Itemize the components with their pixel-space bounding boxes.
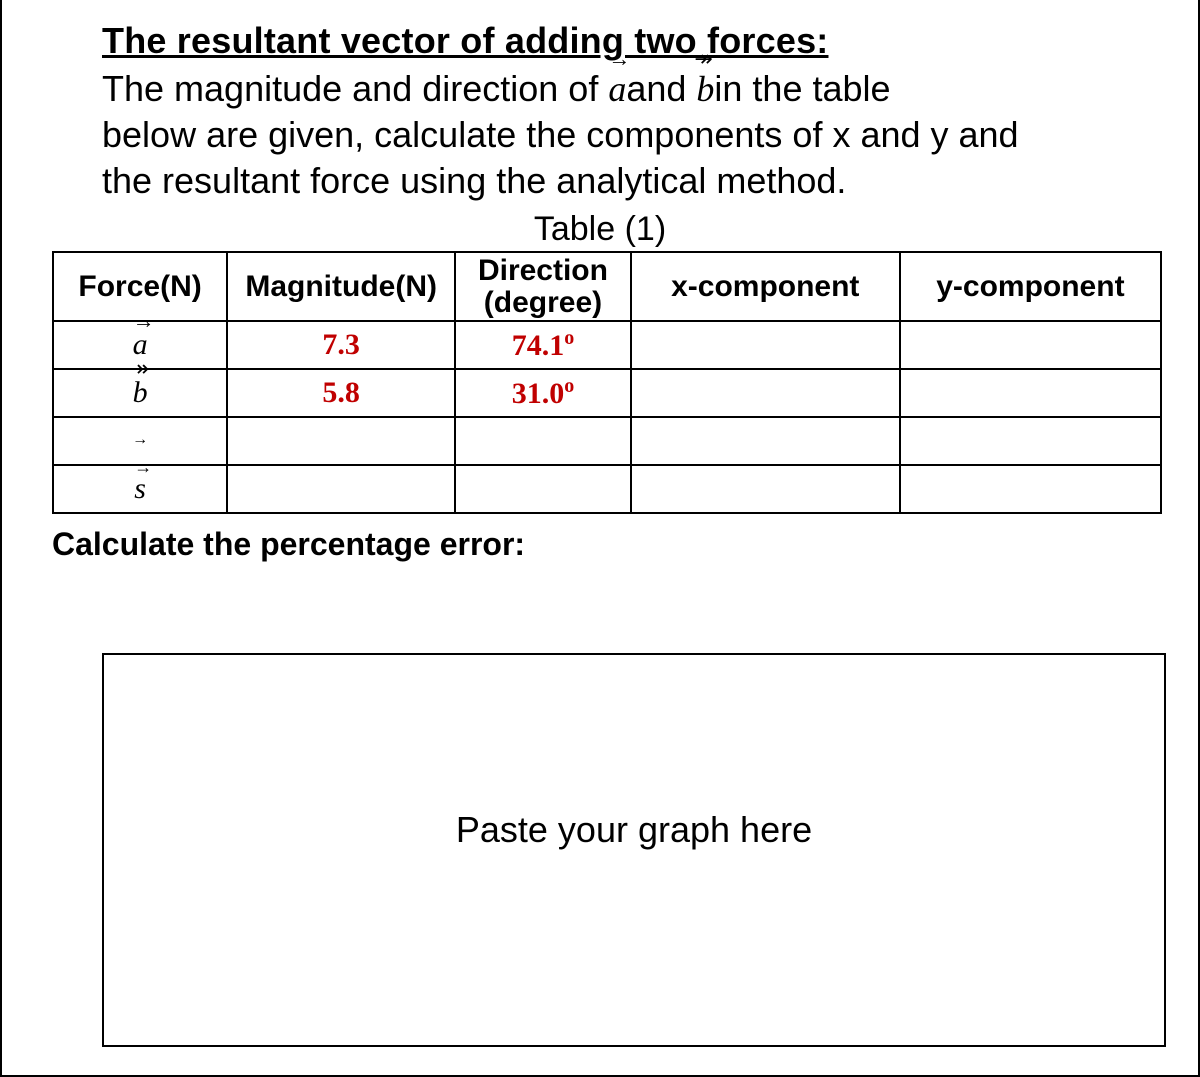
cell-direction-a: 74.1o	[455, 321, 631, 369]
cell-magnitude-blank	[227, 417, 455, 465]
body-paragraph: The magnitude and direction of a→and b↠i…	[102, 66, 1168, 204]
table-row: s→	[53, 465, 1161, 513]
arrow-icon: →	[133, 310, 155, 332]
col-xcomponent: x-component	[631, 252, 900, 321]
body-text-4: below are given, calculate the component…	[102, 114, 1019, 155]
graph-placeholder-text: Paste your graph here	[456, 809, 812, 851]
cell-magnitude-s	[227, 465, 455, 513]
answer-blank-line	[332, 593, 932, 655]
tiny-arrow-icon: →	[132, 431, 148, 448]
cell-xcomp-a	[631, 321, 900, 369]
table-row: b↠ 5.8 31.0o	[53, 369, 1161, 417]
vector-b-inline: b↠	[696, 66, 714, 112]
cell-direction-s	[455, 465, 631, 513]
cell-magnitude-a: 7.3	[227, 321, 455, 369]
table-caption: Table (1)	[32, 210, 1168, 249]
body-text-1: The magnitude and direction of	[102, 68, 608, 109]
body-text-3: in the table	[714, 68, 890, 109]
cell-ycomp-a	[900, 321, 1161, 369]
cell-ycomp-blank	[900, 417, 1161, 465]
table-row: →	[53, 417, 1161, 465]
cell-direction-blank	[455, 417, 631, 465]
cell-direction-b: 31.0o	[455, 369, 631, 417]
vector-s-symbol: s→	[134, 472, 146, 506]
degree-symbol: o	[564, 375, 574, 397]
col-ycomponent: y-component	[900, 252, 1161, 321]
table-header-row: Force(N) Magnitude(N) Direction (degree)…	[53, 252, 1161, 321]
direction-label-1: Direction	[478, 254, 608, 287]
degree-symbol: o	[564, 327, 574, 349]
body-text-2: and	[626, 68, 696, 109]
cell-ycomp-s	[900, 465, 1161, 513]
cell-xcomp-blank	[631, 417, 900, 465]
page-frame: The resultant vector of adding two force…	[0, 0, 1200, 1077]
body-text-5: the resultant force using the analytical…	[102, 160, 846, 201]
direction-num: 31.0	[512, 377, 565, 410]
section-heading: The resultant vector of adding two force…	[102, 20, 1168, 62]
force-table: Force(N) Magnitude(N) Direction (degree)…	[52, 251, 1162, 514]
cell-magnitude-b: 5.8	[227, 369, 455, 417]
graph-placeholder-box: Paste your graph here	[102, 653, 1166, 1047]
cell-xcomp-b	[631, 369, 900, 417]
arrow-icon: →	[134, 458, 152, 476]
symbol-text: b	[133, 376, 148, 409]
vector-a-inline: a→	[608, 66, 626, 112]
table-row: a→ 7.3 74.1o	[53, 321, 1161, 369]
arrow-icon: ↠	[694, 48, 712, 70]
percentage-error-label: Calculate the percentage error:	[52, 526, 1168, 563]
cell-xcomp-s	[631, 465, 900, 513]
arrow-icon: →	[608, 48, 630, 70]
arrow-icon: ↠	[131, 358, 149, 380]
content-block: The resultant vector of adding two force…	[32, 20, 1168, 1047]
col-direction: Direction (degree)	[455, 252, 631, 321]
cell-force-b: b↠	[53, 369, 227, 417]
symbol-text: s	[134, 472, 146, 505]
direction-num: 74.1	[512, 329, 565, 362]
direction-label-2: (degree)	[484, 286, 602, 319]
cell-ycomp-b	[900, 369, 1161, 417]
col-magnitude: Magnitude(N)	[227, 252, 455, 321]
vector-b-symbol: b↠	[133, 376, 148, 410]
cell-force-s: s→	[53, 465, 227, 513]
